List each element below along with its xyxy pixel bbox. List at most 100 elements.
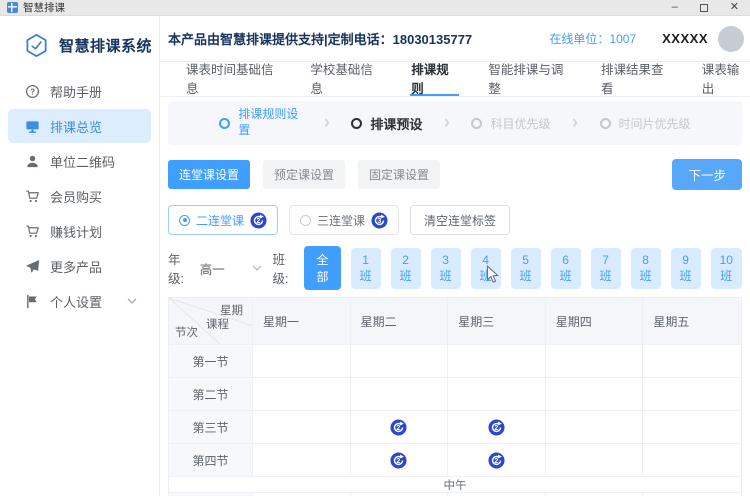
- app-grid-icon: [7, 2, 18, 13]
- class-chip-2班[interactable]: 2班: [390, 247, 421, 289]
- class-chip-10班[interactable]: 10班: [710, 247, 742, 289]
- step-时间片优先级[interactable]: 时间片优先级: [599, 115, 691, 132]
- toolbar: 连堂课设置 预定课设置 固定课设置 下一步: [168, 159, 742, 190]
- cell-第二节-星期一[interactable]: [253, 378, 351, 411]
- step-circle-icon: [351, 117, 363, 129]
- grade-select[interactable]: 高一: [200, 259, 263, 278]
- class-chip-3班[interactable]: 3班: [430, 247, 461, 289]
- sidebar-item-label: 会员购买: [50, 189, 103, 205]
- tab-课表时间基础信息[interactable]: 课表时间基础信息: [185, 62, 281, 96]
- sidebar-item-赚钱计划[interactable]: 赚钱计划: [8, 214, 151, 248]
- toolbar-button-预定课设置[interactable]: 预定课设置: [263, 160, 346, 189]
- step-label: 排课预设: [370, 116, 423, 132]
- class-chip-1班[interactable]: 1班: [350, 247, 381, 289]
- cell-第一节-星期五[interactable]: [643, 345, 741, 378]
- cell-第二节-星期三[interactable]: [448, 378, 546, 411]
- help-icon: ?: [24, 83, 40, 99]
- sidebar-item-排课总览[interactable]: 排课总览: [8, 109, 151, 143]
- link-repeat-icon: 3: [371, 211, 388, 229]
- next-step-button[interactable]: 下一步: [672, 159, 742, 190]
- user-icon: [24, 153, 40, 169]
- sidebar-item-个人设置[interactable]: 个人设置: [8, 284, 151, 318]
- step-排课预设[interactable]: 排课预设: [351, 114, 422, 133]
- clear-link-tags-button[interactable]: 清空连堂标签: [410, 205, 511, 235]
- table-corner-cell: 星期 课程 节次: [169, 298, 253, 345]
- class-label: 班级:: [272, 253, 289, 286]
- sidebar-item-更多产品[interactable]: 更多产品: [8, 249, 151, 283]
- cell-第一节-星期三[interactable]: [448, 345, 546, 378]
- cell-第一节-星期一[interactable]: [253, 345, 351, 378]
- sidebar-item-会员购买[interactable]: 会员购买: [8, 179, 151, 213]
- content: 本产品由智慧排课提供支持|定制电话：18030135777 在线单位：1007 …: [160, 16, 750, 496]
- avatar[interactable]: [718, 25, 744, 52]
- class-chip-5班[interactable]: 5班: [510, 247, 541, 289]
- cell-第二节-星期五[interactable]: [643, 378, 741, 411]
- cell-第四节-星期三[interactable]: 2: [448, 444, 546, 477]
- sidebar-item-帮助手册[interactable]: ? 帮助手册: [8, 74, 151, 108]
- app-window: 智慧排课 – ✕ 智慧排课系统 ? 帮助手册 排课总览 单位二维码 会员购买 赚钱计划 更多…: [0, 0, 750, 496]
- sidebar-item-单位二维码[interactable]: 单位二维码: [8, 144, 151, 178]
- cell-第二节-星期四[interactable]: [545, 378, 644, 411]
- corner-label-middle: 课程: [206, 319, 229, 331]
- link-option-三连堂课[interactable]: 三连堂课 3: [289, 205, 400, 235]
- period-label-第二节: 第二节: [169, 378, 253, 411]
- stepper: 排课规则设置 › 排课预设 › 科目优先级 › 时间片优先级: [168, 101, 742, 145]
- cell-第四节-星期一[interactable]: [253, 444, 351, 477]
- cell-第三节-星期二[interactable]: 2: [350, 411, 449, 444]
- sidebar-item-label: 个人设置: [50, 294, 103, 310]
- cell-第三节-星期一[interactable]: [253, 411, 351, 444]
- cell-第四节-星期二[interactable]: 2: [350, 444, 449, 477]
- class-chips: 1班 2班 3班 4班 5班 6班 7班 8班 9班 10班: [350, 247, 742, 289]
- class-chip-9班[interactable]: 9班: [670, 247, 701, 289]
- step-科目优先级[interactable]: 科目优先级: [471, 115, 550, 132]
- sidebar-item-label: 排课总览: [50, 119, 103, 135]
- maximize-icon[interactable]: [699, 3, 708, 12]
- period-label-第三节: 第三节: [169, 411, 253, 444]
- link-option-row: 二连堂课 2 三连堂课 3 清空连堂标签: [168, 205, 742, 235]
- period-label-第四节: 第四节: [169, 444, 253, 477]
- tab-课表输出[interactable]: 课表输出: [701, 62, 750, 96]
- cell-第三节-星期四[interactable]: [545, 411, 644, 444]
- username: XXXXX: [662, 31, 708, 46]
- table-header-row: 星期 课程 节次 星期一 星期二 星期三 星期四 星期五: [169, 298, 741, 345]
- logo-icon: [24, 33, 49, 58]
- class-chip-7班[interactable]: 7班: [590, 247, 621, 289]
- step-排课规则设置[interactable]: 排课规则设置: [219, 107, 302, 138]
- grade-label: 年级:: [168, 253, 184, 286]
- schedule-table: 星期课程节次星期一星期二星期三星期四星期五第一节第二节第三节22第四节22中午第…: [168, 297, 742, 496]
- cell-第四节-星期五[interactable]: [643, 444, 741, 477]
- cell-第一节-星期四[interactable]: [545, 345, 644, 378]
- sidebar-item-label: 赚钱计划: [50, 224, 103, 240]
- tab-智能排课与调整[interactable]: 智能排课与调整: [487, 62, 572, 96]
- svg-text:2: 2: [397, 424, 401, 432]
- link-option-二连堂课[interactable]: 二连堂课 2: [168, 205, 279, 235]
- minimize-icon[interactable]: –: [672, 2, 678, 13]
- cell-第二节-星期二[interactable]: [350, 378, 449, 411]
- link-option-label: 二连堂课: [196, 213, 245, 228]
- toolbar-button-固定课设置[interactable]: 固定课设置: [358, 160, 441, 189]
- class-chip-6班[interactable]: 6班: [550, 247, 581, 289]
- svg-text:?: ?: [30, 87, 35, 96]
- sidebar: 智慧排课系统 ? 帮助手册 排课总览 单位二维码 会员购买 赚钱计划 更多产品 个人设置: [0, 16, 160, 496]
- column-header-星期四: 星期四: [545, 298, 644, 345]
- class-chip-all[interactable]: 全部: [304, 246, 341, 290]
- tab-排课规则[interactable]: 排课规则: [410, 62, 460, 96]
- tab-排课结果查看[interactable]: 排课结果查看: [600, 62, 673, 96]
- cell-第三节-星期三[interactable]: 2: [448, 411, 546, 444]
- linked-lesson-icon: 2: [390, 451, 407, 469]
- class-chip-4班[interactable]: 4班: [470, 247, 501, 289]
- cell-第三节-星期五[interactable]: [643, 411, 741, 444]
- corner-label-bottom: 节次: [175, 327, 198, 339]
- filter-row: 年级: 高一 班级: 全部 1班 2班 3班 4班 5班 6班 7班 8班 9班 10班: [168, 246, 742, 290]
- close-icon[interactable]: ✕: [730, 2, 739, 13]
- cart-icon: [24, 188, 40, 204]
- tab-学校基础信息[interactable]: 学校基础信息: [309, 62, 382, 96]
- cell-第一节-星期二[interactable]: [350, 345, 449, 378]
- table-row-第三节: 第三节 2 2: [169, 411, 741, 444]
- toolbar-button-连堂课设置[interactable]: 连堂课设置: [168, 160, 251, 189]
- class-chip-8班[interactable]: 8班: [630, 247, 661, 289]
- support-text: 本产品由智慧排课提供支持|定制电话：18030135777: [168, 32, 473, 47]
- noon-label: 中午: [169, 477, 741, 493]
- send-icon: [24, 258, 40, 274]
- cell-第四节-星期四[interactable]: [545, 444, 644, 477]
